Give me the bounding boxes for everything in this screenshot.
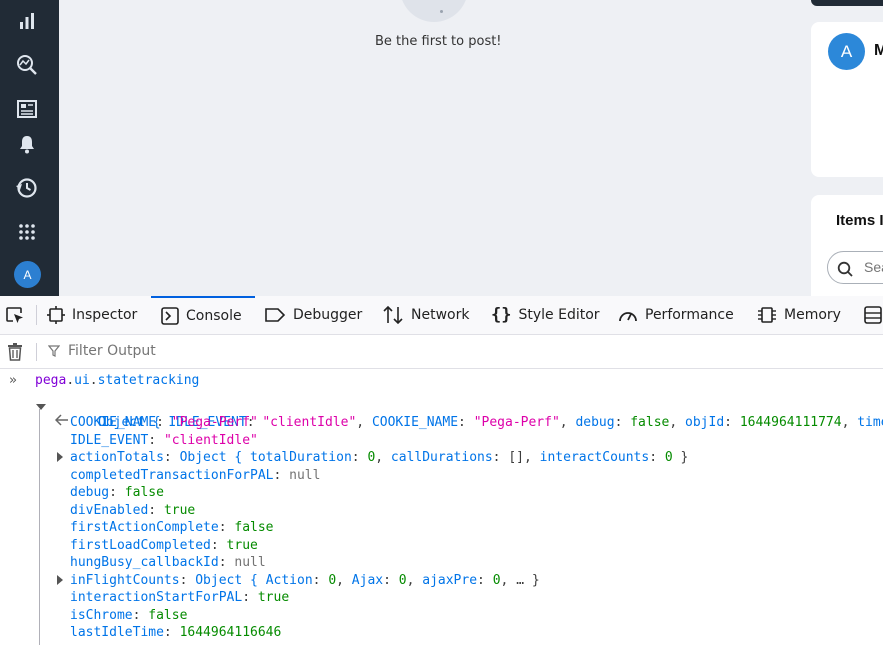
style-editor-icon: {} [491, 305, 512, 325]
object-property-row[interactable]: interactionStartForPAL: true [70, 589, 289, 606]
app-area: A Be the first to post! A M Items I [0, 0, 883, 296]
object-property-row[interactable]: inFlightCounts: Object { Action: 0, Ajax… [70, 572, 540, 589]
element-picker-button[interactable] [5, 296, 32, 334]
items-card-title: Items I [836, 212, 883, 229]
performance-icon [618, 307, 638, 323]
filter-output-box[interactable] [47, 342, 370, 361]
tab-performance[interactable]: Performance [618, 296, 734, 334]
analytics-icon[interactable] [14, 8, 40, 34]
input-prompt-icon: » [9, 373, 17, 388]
search-icon [837, 261, 853, 282]
devtools-panel: Inspector Console Debugger Network {} St… [0, 296, 883, 645]
object-property-row[interactable]: isChrome: false [70, 607, 187, 624]
console-filter-bar [0, 335, 883, 369]
tree-guide-line [39, 409, 40, 645]
object-property-row[interactable]: firstLoadCompleted: true [70, 537, 258, 554]
collapse-triangle-icon[interactable] [36, 404, 46, 410]
news-icon[interactable] [14, 96, 40, 122]
element-picker-icon [5, 305, 25, 325]
object-property-row[interactable]: firstActionComplete: false [70, 519, 274, 536]
inspector-icon [47, 306, 65, 324]
filter-separator [36, 343, 37, 361]
tab-network[interactable]: Network [382, 296, 469, 334]
tab-debugger-label: Debugger [293, 307, 363, 323]
user-avatar[interactable]: A [14, 261, 41, 288]
object-property-row[interactable]: actionTotals: Object { totalDuration: 0,… [70, 449, 688, 466]
object-property-row[interactable]: COOKIE_NAME: "Pega-Perf" [70, 414, 258, 431]
empty-state-icon [400, 0, 468, 22]
empty-state-text: Be the first to post! [375, 34, 502, 49]
console-output: » pega.ui.statetracking Object { IDLE_EV… [0, 369, 883, 645]
history-icon[interactable] [14, 175, 40, 201]
explore-icon[interactable] [14, 52, 40, 78]
console-icon [161, 307, 179, 325]
tab-separator [36, 305, 37, 325]
object-property-row[interactable]: hungBusy_callbackId: null [70, 554, 266, 571]
items-search-box[interactable] [827, 251, 883, 284]
tab-inspector-label: Inspector [72, 307, 138, 323]
tab-network-label: Network [411, 307, 470, 323]
object-property-row[interactable]: completedTransactionForPAL: null [70, 467, 320, 484]
object-property-row[interactable]: debug: false [70, 484, 164, 501]
profile-card: A M [811, 22, 883, 177]
tab-style-editor[interactable]: {} Style Editor [491, 296, 600, 334]
object-property-row[interactable]: IDLE_EVENT: "clientIdle" [70, 432, 258, 449]
apps-grid-icon[interactable] [14, 219, 40, 245]
expand-triangle-icon[interactable] [57, 574, 63, 585]
tab-console[interactable]: Console [151, 296, 255, 334]
tab-debugger[interactable]: Debugger [264, 296, 362, 334]
sidebar: A [0, 0, 59, 296]
tab-style-editor-label: Style Editor [518, 307, 600, 323]
tab-inspector[interactable]: Inspector [47, 296, 137, 334]
bell-icon[interactable] [14, 131, 40, 157]
object-property-row[interactable]: divEnabled: true [70, 502, 195, 519]
tab-console-label: Console [186, 308, 242, 324]
console-input-line[interactable]: pega.ui.statetracking [35, 372, 199, 389]
network-icon [382, 305, 404, 325]
storage-icon [863, 305, 883, 325]
object-property-row[interactable]: lastIdleTime: 1644964116646 [70, 624, 281, 641]
debugger-icon [264, 307, 286, 323]
header-bar-fragment [811, 0, 883, 6]
object-summary[interactable]: Object { IDLE_EVENT: "clientIdle", COOKI… [51, 397, 883, 430]
tab-memory[interactable]: Memory [757, 296, 841, 334]
storage-tab-button[interactable] [863, 296, 883, 334]
devtools-tabbar: Inspector Console Debugger Network {} St… [0, 296, 883, 335]
tab-memory-label: Memory [784, 307, 841, 323]
items-search-input[interactable] [862, 258, 883, 276]
items-card: Items I [811, 195, 883, 296]
trash-icon[interactable] [7, 343, 23, 365]
profile-avatar[interactable]: A [828, 33, 865, 70]
filter-icon [47, 342, 61, 361]
filter-output-input[interactable] [66, 342, 370, 360]
expand-triangle-icon[interactable] [57, 452, 63, 462]
tab-performance-label: Performance [645, 307, 734, 323]
memory-icon [757, 305, 777, 325]
profile-name: M [874, 42, 883, 59]
